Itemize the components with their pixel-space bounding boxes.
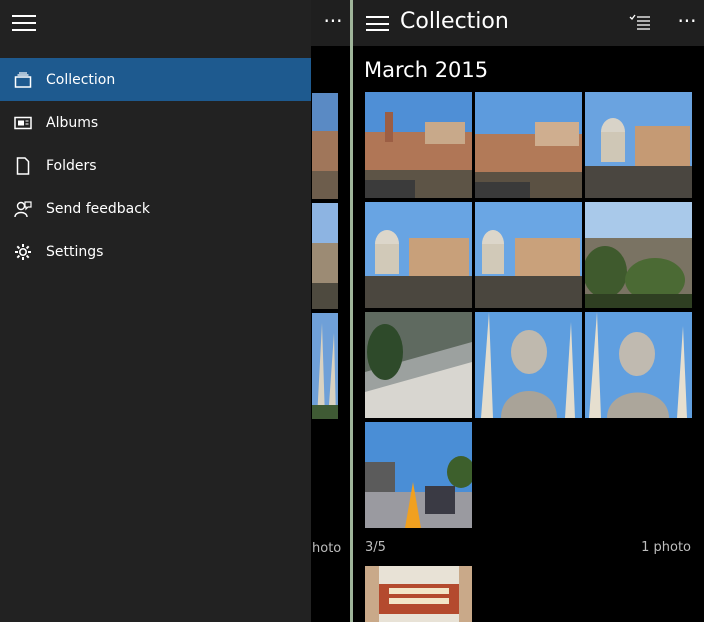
right-screen: Collection ··· March 2015 3/5 1 photo	[353, 0, 704, 622]
background-thumbnail	[312, 313, 338, 419]
background-thumbnail	[312, 93, 338, 199]
photo-thumbnail-bust-statue[interactable]	[475, 312, 582, 418]
folders-icon	[14, 156, 32, 175]
photo-count: 1 photo	[641, 540, 691, 555]
nav-item-settings[interactable]: Settings	[0, 230, 311, 273]
photo-counter: 3/5	[365, 540, 386, 555]
left-screen: ··· hoto Collection Albums Folders Send …	[0, 0, 350, 622]
nav-item-label: Send feedback	[46, 200, 151, 217]
hamburger-icon[interactable]	[366, 16, 389, 31]
nav-item-folders[interactable]: Folders	[0, 144, 311, 187]
photo-thumbnail-bust-statue[interactable]	[585, 312, 692, 418]
photo-thumbnail-beer-glass[interactable]	[365, 566, 472, 622]
photo-thumbnail-piazza-aerial[interactable]	[365, 312, 472, 418]
nav-item-label: Folders	[46, 157, 97, 174]
albums-icon	[14, 114, 32, 132]
background-thumbnail	[312, 203, 338, 309]
photo-thumbnail-church-dome[interactable]	[365, 202, 472, 308]
more-button[interactable]: ···	[673, 10, 701, 36]
select-icon[interactable]	[629, 14, 651, 32]
nav-item-send-feedback[interactable]: Send feedback	[0, 187, 311, 230]
photo-thumbnail-church-dome[interactable]	[585, 92, 692, 198]
feedback-icon	[14, 200, 32, 218]
nav-item-label: Albums	[46, 114, 99, 131]
photo-thumbnail-forum-ruins[interactable]	[475, 92, 582, 198]
collection-icon	[14, 71, 32, 89]
photo-thumbnail-crowd-street[interactable]	[365, 422, 472, 528]
background-more-button[interactable]: ···	[318, 10, 348, 36]
app-bar: Collection ···	[353, 0, 704, 46]
page-title: Collection	[400, 9, 509, 34]
navigation-list: Collection Albums Folders Send feedback	[0, 58, 311, 273]
background-photo-count: hoto	[312, 541, 342, 556]
nav-item-label: Settings	[46, 243, 104, 260]
hamburger-icon[interactable]	[12, 15, 36, 31]
photo-thumbnail-forum-ruins[interactable]	[365, 92, 472, 198]
photo-thumbnail-church-dome[interactable]	[475, 202, 582, 308]
section-header: March 2015	[364, 58, 489, 82]
navigation-pane: Collection Albums Folders Send feedback	[0, 0, 311, 622]
nav-item-albums[interactable]: Albums	[0, 101, 311, 144]
gear-icon	[14, 243, 32, 261]
nav-item-label: Collection	[46, 71, 116, 88]
photo-thumbnail-trees-panorama[interactable]	[585, 202, 692, 308]
nav-item-collection[interactable]: Collection	[0, 58, 311, 101]
